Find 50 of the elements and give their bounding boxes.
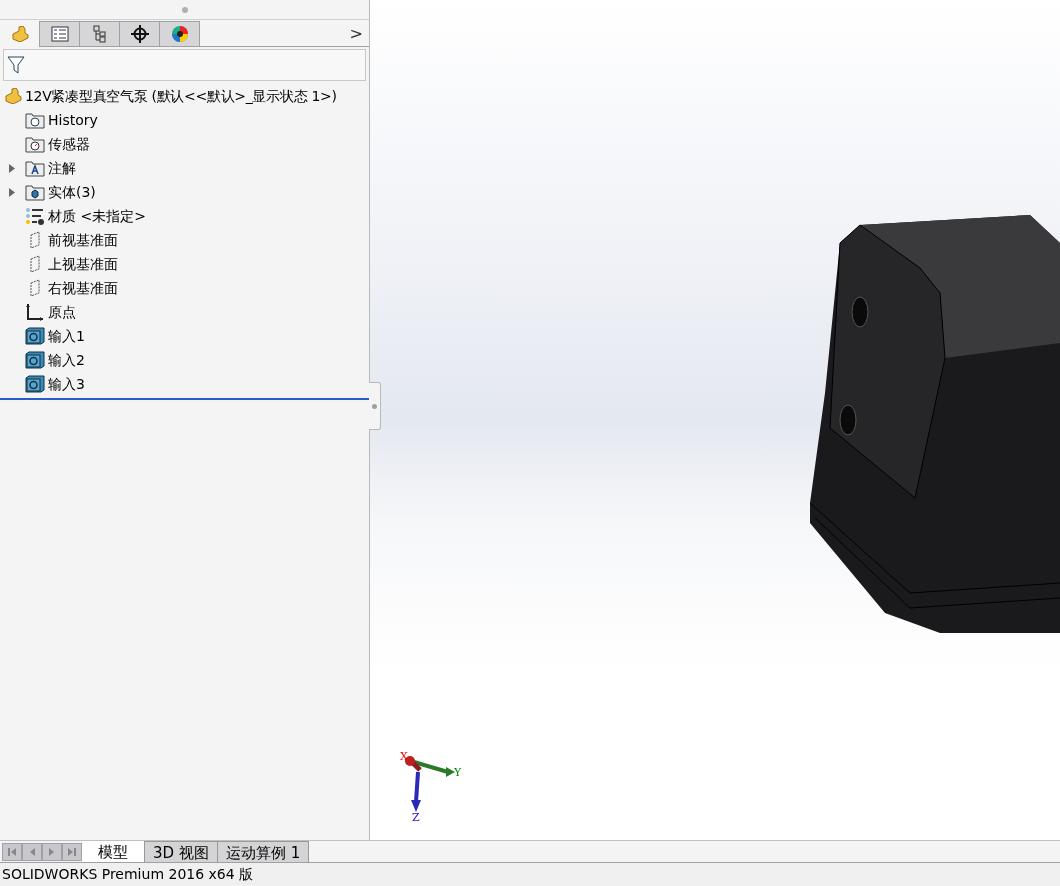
imported-body-icon <box>25 375 45 393</box>
tree-item-label[interactable]: 前视基准面 <box>48 229 118 251</box>
axis-triad-drawing: X Y Z <box>398 750 462 822</box>
panel-collapse-handle[interactable] <box>369 382 381 430</box>
filter-icon <box>7 55 25 75</box>
document-tab[interactable]: 模型 <box>82 841 145 862</box>
tree-item-label[interactable]: 上视基准面 <box>48 253 118 275</box>
tree-item-label[interactable]: 原点 <box>48 301 76 323</box>
tree-item-label[interactable]: 输入3 <box>48 373 85 395</box>
expand-arrow-icon[interactable] <box>9 187 15 197</box>
origin-icon <box>25 303 45 321</box>
plane-icon <box>28 231 42 249</box>
solid-folder-icon <box>25 183 45 201</box>
material-icon <box>25 207 45 225</box>
imported-body-icon <box>25 351 45 369</box>
imported-body-icon <box>25 327 45 345</box>
first-tab-button[interactable] <box>2 843 22 861</box>
document-tab[interactable]: 3D 视图 <box>145 841 218 862</box>
part-icon <box>4 88 22 104</box>
plane-icon <box>28 279 42 297</box>
tree-item-label[interactable]: History <box>48 109 98 131</box>
part-icon <box>10 26 29 42</box>
tree-item-label[interactable]: 实体(3) <box>48 181 96 203</box>
tree-item-label[interactable]: 材质 <未指定> <box>48 205 146 227</box>
panel-grip[interactable] <box>181 6 188 13</box>
triangle-icon <box>67 847 77 857</box>
tree-item-label[interactable]: 右视基准面 <box>48 277 118 299</box>
color-wheel-icon <box>170 25 189 43</box>
annotation-folder-icon <box>25 159 45 177</box>
next-tab-button[interactable] <box>42 843 62 861</box>
panel-tab[interactable] <box>160 21 200 47</box>
more-tabs-chevron[interactable]: > <box>349 21 363 46</box>
triangle-icon <box>7 847 17 857</box>
tree-item-label[interactable]: 输入2 <box>48 349 85 371</box>
crosshair-icon <box>130 25 149 43</box>
sensor-folder-icon <box>25 135 45 153</box>
panel-tab[interactable] <box>120 21 160 47</box>
history-folder-icon <box>25 111 45 129</box>
tree-item-label[interactable]: 传感器 <box>48 133 90 155</box>
last-tab-button[interactable] <box>62 843 82 861</box>
tree-structure-icon <box>91 25 108 43</box>
tree-item-label[interactable]: 输入1 <box>48 325 85 347</box>
plane-icon <box>28 255 42 273</box>
list-icon <box>50 26 69 42</box>
status-text: SOLIDWORKS Premium 2016 x64 版 <box>2 865 254 884</box>
tree-item-label[interactable]: 注解 <box>48 157 76 179</box>
expand-arrow-icon[interactable] <box>9 163 15 173</box>
tree-root-label[interactable]: 12V紧凑型真空气泵 (默认<<默认>_显示状态 1>) <box>25 85 337 107</box>
document-tab[interactable]: 运动算例 1 <box>217 841 310 862</box>
previous-tab-button[interactable] <box>22 843 42 861</box>
